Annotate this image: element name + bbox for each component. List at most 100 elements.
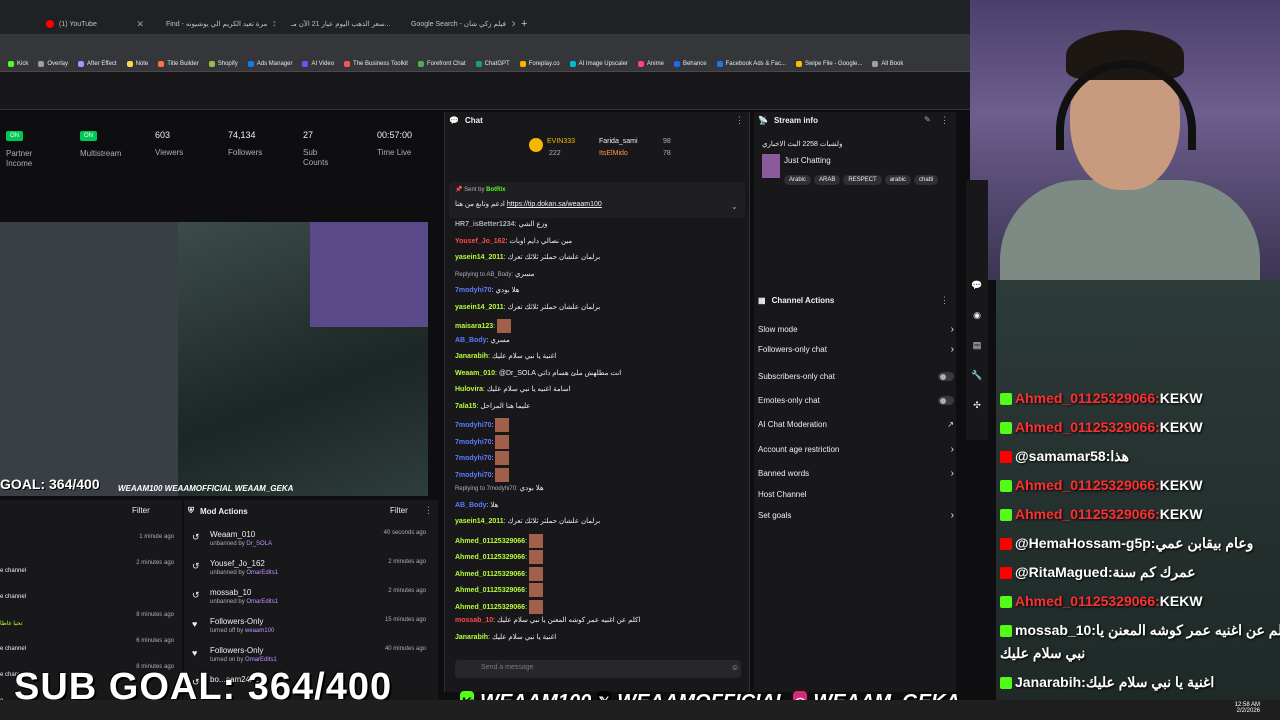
channel-action-account-age-restriction[interactable]: Account age restriction › (758, 444, 954, 455)
chat-username[interactable]: 7ala15 (455, 403, 476, 410)
reply-context[interactable]: Replying to 7modyhi70: هلا بودي (455, 484, 544, 492)
chat-message[interactable]: Ahmed_01125329066: (455, 566, 543, 581)
chat-message[interactable]: Janarabih: اغنية يا نبي سلام عليك (455, 633, 556, 641)
bookmark-item[interactable]: Foreplay.co (519, 60, 560, 67)
channel-action-emotes-only-chat[interactable]: Emotes-only chat (758, 396, 954, 405)
chat-username[interactable]: yasein14_2011 (455, 518, 504, 525)
bookmark-item[interactable]: Ads Manager (247, 60, 292, 67)
filter-button[interactable]: Filter (132, 506, 150, 515)
chat-username[interactable]: 7modyhi70 (455, 287, 492, 294)
chat-message[interactable]: HR7_isBetter1234: وزع الشي (455, 220, 547, 228)
chat-username[interactable]: Janarabih (455, 353, 488, 360)
more-icon[interactable]: ⋮ (735, 115, 744, 126)
chat-username[interactable]: AB_Body (455, 337, 487, 344)
close-icon[interactable]: ✕ (136, 19, 144, 30)
chat-message[interactable]: Weaam_010: @Dr_SOLA انت مطلهش ملئ هسام ذ… (455, 369, 621, 377)
stream-tag[interactable]: ARAB (814, 175, 841, 185)
bookmark-item[interactable]: Behance (673, 60, 707, 67)
stream-preview[interactable]: GOAL: 364/400 WEAAM100 WEAAMOFFICIAL WEA… (0, 222, 428, 496)
chat-username[interactable]: Ahmed_01125329066 (455, 570, 525, 577)
chat-username[interactable]: 7modyhi70 (455, 422, 492, 429)
chat-message[interactable]: 7modyhi70: (455, 451, 510, 465)
chat-username[interactable]: Ahmed_01125329066 (455, 603, 525, 610)
bookmark-item[interactable]: Note (126, 60, 148, 67)
stream-tag[interactable]: RESPECT (843, 175, 882, 185)
chat-message[interactable]: yasein14_2011: برلمان علشان حملتر ثلاثك … (455, 253, 600, 261)
tab-find[interactable]: Find - مرة تعيد الكريم الي يوشيونه✕ (160, 14, 275, 34)
chat-bubble-icon[interactable]: 💬 (970, 280, 984, 294)
chat-username[interactable]: yasein14_2011 (455, 254, 504, 261)
bookmark-item[interactable]: All Book (872, 60, 903, 67)
chat-username[interactable]: mossab_10 (455, 617, 493, 624)
chat-message[interactable]: maisara123: (455, 319, 512, 333)
chat-message[interactable]: 7modyhi70: هلا بودي (455, 286, 519, 294)
chat-username[interactable]: Hulovira (455, 386, 483, 393)
close-icon[interactable]: ✕ (272, 19, 275, 30)
reply-context[interactable]: Replying to AB_Body: مسري (455, 270, 534, 278)
stream-category[interactable]: Just Chatting (784, 156, 831, 165)
new-tab-button[interactable]: + (515, 14, 535, 34)
leaderboard-name[interactable]: EVIN333 (547, 138, 575, 145)
chat-message[interactable]: mossab_10: اكلم عن اغنيه عمر كوشه المعنن… (455, 616, 640, 624)
leaderboard-name[interactable]: ItsElMido (599, 150, 628, 157)
bookmark-item[interactable]: Anime (637, 60, 664, 67)
chat-username[interactable]: Yousef_Jo_162 (455, 238, 505, 245)
chat-username[interactable]: 7modyhi70 (455, 455, 492, 462)
chat-message[interactable]: 7modyhi70: (455, 418, 510, 432)
chat-message[interactable]: Ahmed_01125329066: (455, 550, 543, 564)
mod-action-by[interactable]: OmarEdits1 (245, 657, 277, 663)
tab-youtube[interactable]: (1) YouTube ✕ (40, 14, 150, 34)
address-bar[interactable] (0, 34, 970, 56)
layout-icon[interactable]: ▤ (970, 340, 984, 354)
chevron-down-icon[interactable]: ⌄ (731, 202, 738, 211)
bookmark-item[interactable]: After Effect (78, 60, 117, 67)
chat-message[interactable]: AB_Body: هلا (455, 501, 498, 509)
chat-username[interactable]: yasein14_2011 (455, 304, 504, 311)
chat-username[interactable]: Weaam_010 (455, 370, 495, 377)
bookmark-item[interactable]: Title Builder (158, 60, 199, 67)
chat-username[interactable]: Replying to AB_Body: (455, 272, 513, 278)
wrench-icon[interactable]: 🔧 (970, 370, 984, 384)
chat-message[interactable]: 7modyhi70: (455, 434, 510, 449)
mod-action-by[interactable]: OmarEdits1 (246, 570, 278, 576)
toggle-switch[interactable] (938, 372, 954, 381)
chat-username[interactable]: HR7_isBetter1234 (455, 221, 515, 228)
puzzle-icon[interactable]: ✣ (970, 400, 984, 414)
chat-message[interactable]: Ahmed_01125329066: (455, 599, 543, 614)
stream-tag[interactable]: chatti (914, 175, 939, 185)
chat-message[interactable]: 7ala15: عليما هنا المراحل (455, 402, 531, 410)
chat-username[interactable]: maisara123 (455, 323, 493, 330)
bookmark-item[interactable]: ChatGPT (475, 60, 510, 67)
chat-message[interactable]: Ahmed_01125329066: (455, 583, 543, 597)
chat-username[interactable]: 7modyhi70 (455, 471, 492, 478)
mod-action-by[interactable]: Dr_SOLA (246, 541, 272, 547)
chat-message[interactable]: 7modyhi70: (455, 467, 510, 482)
bookmark-item[interactable]: Shopify (208, 60, 238, 67)
leaderboard-name[interactable]: Farida_sami (599, 138, 638, 145)
stream-tag[interactable]: Arabic (784, 175, 812, 185)
chat-username[interactable]: Janarabih (455, 634, 488, 641)
channel-action-followers-only-chat[interactable]: Followers-only chat › (758, 344, 954, 355)
more-icon[interactable]: ⋮ (940, 115, 949, 126)
mod-action-by[interactable]: OmarEdits1 (246, 599, 278, 605)
more-icon[interactable]: ⋮ (940, 295, 949, 306)
filter-button[interactable]: Filter (390, 506, 408, 515)
mod-action-by[interactable]: weaam100 (245, 628, 274, 634)
pinned-message[interactable]: 📌 Sent by BotRix ادعم وتابع من هنا https… (449, 182, 745, 218)
channel-action-slow-mode[interactable]: Slow mode › (758, 324, 954, 335)
chat-message[interactable]: Ahmed_01125329066: (455, 533, 543, 548)
bookmark-item[interactable]: Swipe File - Google... (796, 60, 862, 67)
bookmark-item[interactable]: AI Video (302, 60, 334, 67)
bookmark-item[interactable]: AI Image Upscaler (569, 60, 628, 67)
channel-action-subscribers-only-chat[interactable]: Subscribers-only chat (758, 372, 954, 381)
chat-username[interactable]: AB_Body (455, 502, 487, 509)
tab-gold[interactable]: سعر الذهب اليوم عيار 21 الآن مـ...✕ (280, 14, 395, 34)
edit-icon[interactable]: ✎ (924, 115, 931, 124)
channel-action-banned-words[interactable]: Banned words › (758, 468, 954, 479)
channel-action-ai-chat-moderation[interactable]: AI Chat Moderation ↗ (758, 420, 954, 429)
bookmark-item[interactable]: The Business Toolkit (344, 60, 408, 67)
bookmark-item[interactable]: Overlay (38, 60, 68, 67)
emoji-icon[interactable]: ☺ (731, 663, 739, 672)
chat-message[interactable]: yasein14_2011: برلمان علشان حملتر ثلاثك … (455, 303, 600, 311)
chat-message[interactable]: Yousef_Jo_162: مين نصالي دايم اوبات (455, 237, 572, 245)
